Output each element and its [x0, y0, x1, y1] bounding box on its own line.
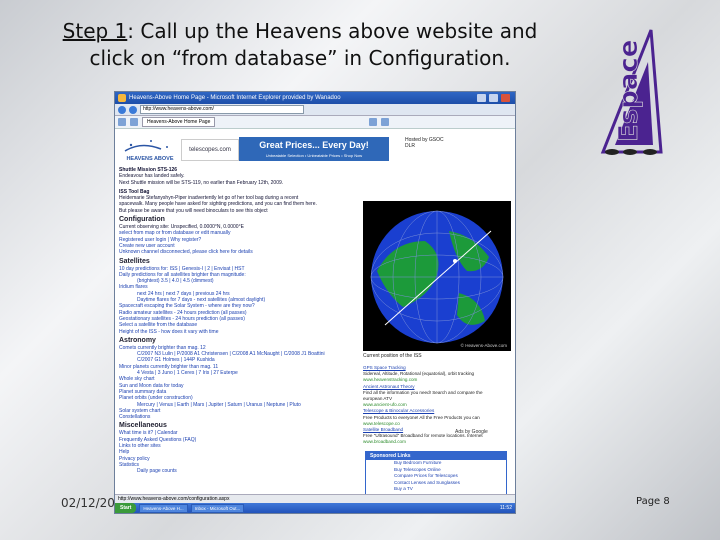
browser-title: Heavens-Above Home Page - Microsoft Inte…	[129, 95, 341, 101]
minimize-icon[interactable]	[477, 94, 486, 102]
title-rest: : Call up the Heavens above website and	[127, 19, 538, 43]
right-ads: GPS Space Tracking Sidereal, Altitude, R…	[363, 365, 511, 446]
logo-text: Espace	[614, 40, 644, 142]
ad-great-prices[interactable]: Great Prices... Every Day! Unbeatable Se…	[239, 137, 389, 161]
browser-toolbar: Heavens-Above Home Page	[115, 116, 515, 129]
print-icon[interactable]	[381, 118, 390, 126]
ad-telescopes[interactable]: telescopes.com	[181, 139, 239, 161]
maximize-icon[interactable]	[489, 94, 498, 102]
espace-logo: Espace	[600, 29, 663, 155]
heavens-above-logo[interactable]: HEAVENS ABOVE	[121, 135, 179, 165]
clock: 11:52	[499, 505, 512, 511]
left-column: Shuttle Mission STS-126 Endeavour has la…	[119, 167, 359, 474]
task-outlook[interactable]: Inbox - Microsoft Out...	[190, 503, 245, 513]
right-ad-url: www.broadband.com	[363, 439, 406, 445]
address-bar: http://www.heavens-above.com/	[115, 104, 515, 116]
slide-title: Step 1: Call up the Heavens above websit…	[0, 18, 600, 72]
news1-line: Next Shuttle mission will be STS-119, no…	[119, 179, 284, 186]
sponsored-links: Sponsored Links Buy Bedroom Furniture Bu…	[365, 451, 507, 499]
news2-line: But please be aware that you will need b…	[119, 207, 268, 214]
astronomy-heading: Astronomy	[119, 336, 156, 344]
title-line2: click on “from database” in Configuratio…	[89, 46, 511, 70]
title-step: Step 1	[62, 19, 128, 43]
ad2-sub: Unbeatable Selection • Unbeatable Prices…	[265, 153, 363, 158]
address-input[interactable]: http://www.heavens-above.com/	[140, 105, 304, 114]
home-icon[interactable]	[369, 118, 378, 126]
sat-link[interactable]: Height of the ISS - how does it vary wit…	[119, 329, 359, 335]
misc-link[interactable]: Daily page counts	[119, 468, 359, 474]
page-number: Page 8	[636, 496, 670, 507]
svg-text:© Heavens-Above.com: © Heavens-Above.com	[461, 342, 508, 348]
star-icon[interactable]	[118, 118, 126, 126]
astro-link[interactable]: Constellations	[119, 414, 359, 420]
satellites-heading: Satellites	[119, 257, 150, 265]
svg-text:HEAVENS ABOVE: HEAVENS ABOVE	[126, 156, 173, 162]
start-button[interactable]: Start	[115, 503, 137, 513]
page-content: HEAVENS ABOVE telescopes.com Great Price…	[115, 129, 515, 502]
status-bar: http://www.heavens-above.com/configurati…	[115, 494, 515, 503]
ie-icon	[118, 94, 126, 102]
ad2-title: Great Prices... Every Day!	[259, 140, 369, 150]
earth-globe-icon: © Heavens-Above.com	[370, 210, 508, 348]
configuration-heading: Configuration	[119, 216, 165, 224]
ads-by-google[interactable]: Ads by Google	[455, 429, 488, 435]
tab-heavens-above[interactable]: Heavens-Above Home Page	[142, 117, 216, 127]
link-channel[interactable]: Unknown channel disconnected, please cli…	[119, 249, 359, 255]
forward-icon[interactable]	[129, 105, 137, 114]
sponsored-link[interactable]: Buy a TV	[366, 486, 506, 493]
close-icon[interactable]	[501, 94, 510, 102]
browser-window: Heavens-Above Home Page - Microsoft Inte…	[114, 91, 516, 514]
taskbar: Start Heavens-Above H... Inbox - Microso…	[115, 503, 515, 513]
dlr-logo[interactable]: Hosted by GSOC DLR	[405, 137, 445, 161]
task-heavens-above[interactable]: Heavens-Above H...	[139, 503, 188, 513]
favorites-icon[interactable]	[130, 118, 138, 126]
globe-caption: Current position of the ISS	[363, 353, 422, 359]
sponsored-heading: Sponsored Links	[366, 452, 506, 460]
misc-heading: Miscellaneous	[119, 422, 167, 430]
back-icon[interactable]	[118, 105, 126, 114]
iss-marker	[453, 259, 457, 263]
iss-globe[interactable]: © Heavens-Above.com	[363, 201, 511, 351]
browser-titlebar: Heavens-Above Home Page - Microsoft Inte…	[115, 92, 515, 104]
slide-date: 02/12/20	[61, 496, 115, 510]
